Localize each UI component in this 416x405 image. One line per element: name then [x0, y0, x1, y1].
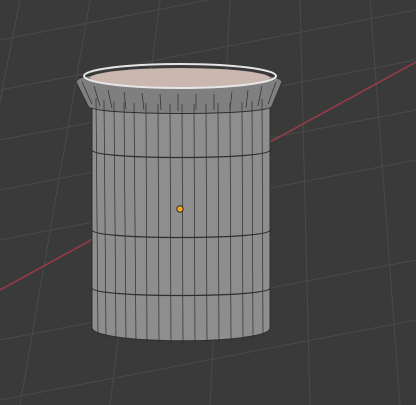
- 3d-viewport[interactable]: [0, 0, 416, 405]
- origin-point-icon[interactable]: [176, 205, 184, 213]
- grid-line: [369, 0, 401, 405]
- grid-line: [0, 0, 21, 104]
- grid-line: [299, 0, 311, 405]
- grid-line: [0, 0, 211, 41]
- viewport-canvas[interactable]: [0, 0, 416, 405]
- grid-line: [19, 0, 91, 405]
- cylinder-object[interactable]: [75, 63, 283, 345]
